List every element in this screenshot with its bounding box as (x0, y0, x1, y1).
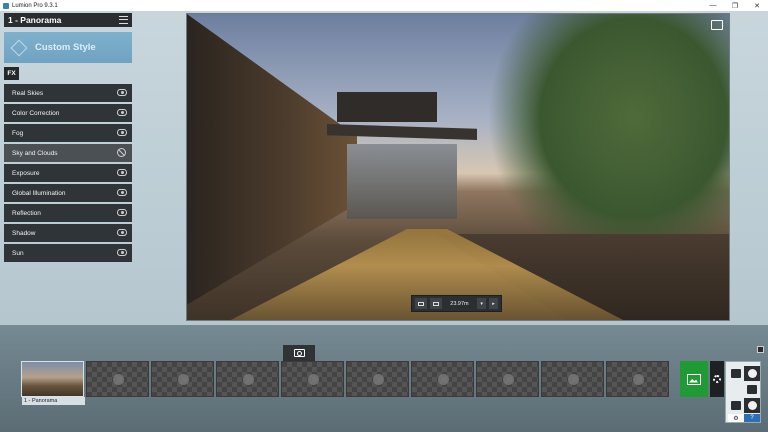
eye-icon[interactable] (117, 109, 127, 116)
film-icon (747, 385, 757, 394)
globe-icon (373, 374, 384, 385)
globe-icon (308, 374, 319, 385)
close-button[interactable]: ✕ (746, 0, 768, 11)
camera-icon (432, 301, 439, 306)
slot-2[interactable] (86, 361, 149, 397)
eye-icon[interactable] (117, 129, 127, 136)
slot-9[interactable] (541, 361, 604, 397)
photo-mode-button[interactable] (744, 366, 760, 381)
app-icon (3, 2, 9, 9)
globe-icon (633, 374, 644, 385)
panorama-mode-button[interactable] (744, 398, 760, 413)
camera-icon (747, 369, 757, 378)
slot-10[interactable] (606, 361, 669, 397)
maximize-button[interactable]: ❐ (724, 0, 746, 11)
effect-item-sky-and-clouds[interactable]: Sky and Clouds (4, 144, 132, 162)
fullscreen-icon[interactable] (711, 20, 723, 30)
panel-title: 1 - Panorama (8, 15, 62, 25)
slot-8[interactable] (476, 361, 539, 397)
eye-icon[interactable] (117, 209, 127, 216)
eye-icon[interactable] (117, 189, 127, 196)
panorama-icon (747, 401, 757, 410)
effect-item-color-correction[interactable]: Color Correction (4, 104, 132, 122)
gear-icon (713, 375, 721, 383)
eye-icon[interactable] (117, 89, 127, 96)
scene-glass-pavilion (347, 144, 457, 219)
movie-mode-button[interactable] (744, 382, 760, 397)
custom-style-label: Custom Style (35, 42, 96, 53)
scene-viewport[interactable]: 23.97m ▾ ▸ (186, 13, 730, 321)
effect-label: Real Skies (12, 89, 44, 97)
image-icon (687, 373, 701, 385)
effect-label: Sky and Clouds (12, 149, 58, 157)
globe-icon (178, 374, 189, 385)
globe-icon (243, 374, 254, 385)
effect-label: Color Correction (12, 109, 60, 117)
render-button[interactable] (680, 361, 708, 397)
panel-header: 1 - Panorama (4, 13, 132, 27)
slot-6[interactable] (346, 361, 409, 397)
build-mode-button[interactable] (728, 366, 744, 381)
slot-1-label: 1 - Panorama (22, 397, 85, 405)
minimize-button[interactable]: — (702, 0, 724, 11)
effect-item-exposure[interactable]: Exposure (4, 164, 132, 182)
effect-item-reflection[interactable]: Reflection (4, 204, 132, 222)
eye-off-icon[interactable] (117, 148, 126, 157)
globe-icon (503, 374, 514, 385)
eye-icon[interactable] (117, 249, 127, 256)
effects-list: Real Skies Color Correction Fog Sky and … (4, 84, 132, 264)
slot-3[interactable] (151, 361, 214, 397)
effect-item-global-illumination[interactable]: Global Illumination (4, 184, 132, 202)
camera-icon (293, 349, 305, 357)
lens-icon (417, 301, 424, 306)
camera-controls: 23.97m ▾ ▸ (411, 295, 502, 312)
effect-label: Reflection (12, 209, 41, 217)
window-titlebar: Lumion Pro 9.3.1 — ❐ ✕ (0, 0, 768, 11)
effect-label: Exposure (12, 169, 40, 177)
scene-building-roof (337, 92, 437, 122)
slot-5[interactable] (281, 361, 344, 397)
effect-item-shadow[interactable]: Shadow (4, 224, 132, 242)
globe-icon (568, 374, 579, 385)
tab-fx[interactable]: FX (4, 67, 19, 80)
effect-item-real-skies[interactable]: Real Skies (4, 84, 132, 102)
globe-icon (438, 374, 449, 385)
effect-label: Sun (12, 249, 24, 257)
capture-camera-button[interactable] (283, 345, 315, 361)
floppy-disk-icon (731, 401, 741, 410)
expand-toggle-icon[interactable] (757, 346, 764, 353)
slot-1[interactable] (21, 361, 84, 397)
effect-item-sun[interactable]: Sun (4, 244, 132, 262)
camera-height-up-button[interactable]: ▸ (489, 298, 498, 309)
layers-icon (10, 39, 28, 56)
eye-icon[interactable] (117, 229, 127, 236)
slot-4[interactable] (216, 361, 279, 397)
effect-label: Global Illumination (12, 189, 66, 197)
panorama-slots (21, 361, 669, 397)
settings-small-button[interactable]: ⚙ (728, 414, 744, 422)
camera-height-button[interactable] (429, 298, 442, 309)
effect-label: Shadow (12, 229, 36, 237)
hamburger-menu-icon[interactable] (119, 16, 128, 24)
camera-height-value: 23.97m (450, 300, 469, 307)
camera-height-down-button[interactable]: ▾ (477, 298, 487, 309)
effect-item-fog[interactable]: Fog (4, 124, 132, 142)
window-title: Lumion Pro 9.3.1 (12, 2, 58, 9)
eye-icon[interactable] (117, 169, 127, 176)
people-icon (731, 369, 741, 378)
slot-7[interactable] (411, 361, 474, 397)
save-button[interactable] (728, 398, 744, 413)
settings-button[interactable] (710, 361, 724, 397)
camera-lens-button[interactable] (415, 298, 427, 309)
mode-panel: ⚙ ? (725, 361, 761, 423)
effect-label: Fog (12, 129, 24, 137)
custom-style-button[interactable]: Custom Style (4, 32, 132, 63)
help-button[interactable]: ? (744, 414, 760, 422)
globe-icon (113, 374, 124, 385)
